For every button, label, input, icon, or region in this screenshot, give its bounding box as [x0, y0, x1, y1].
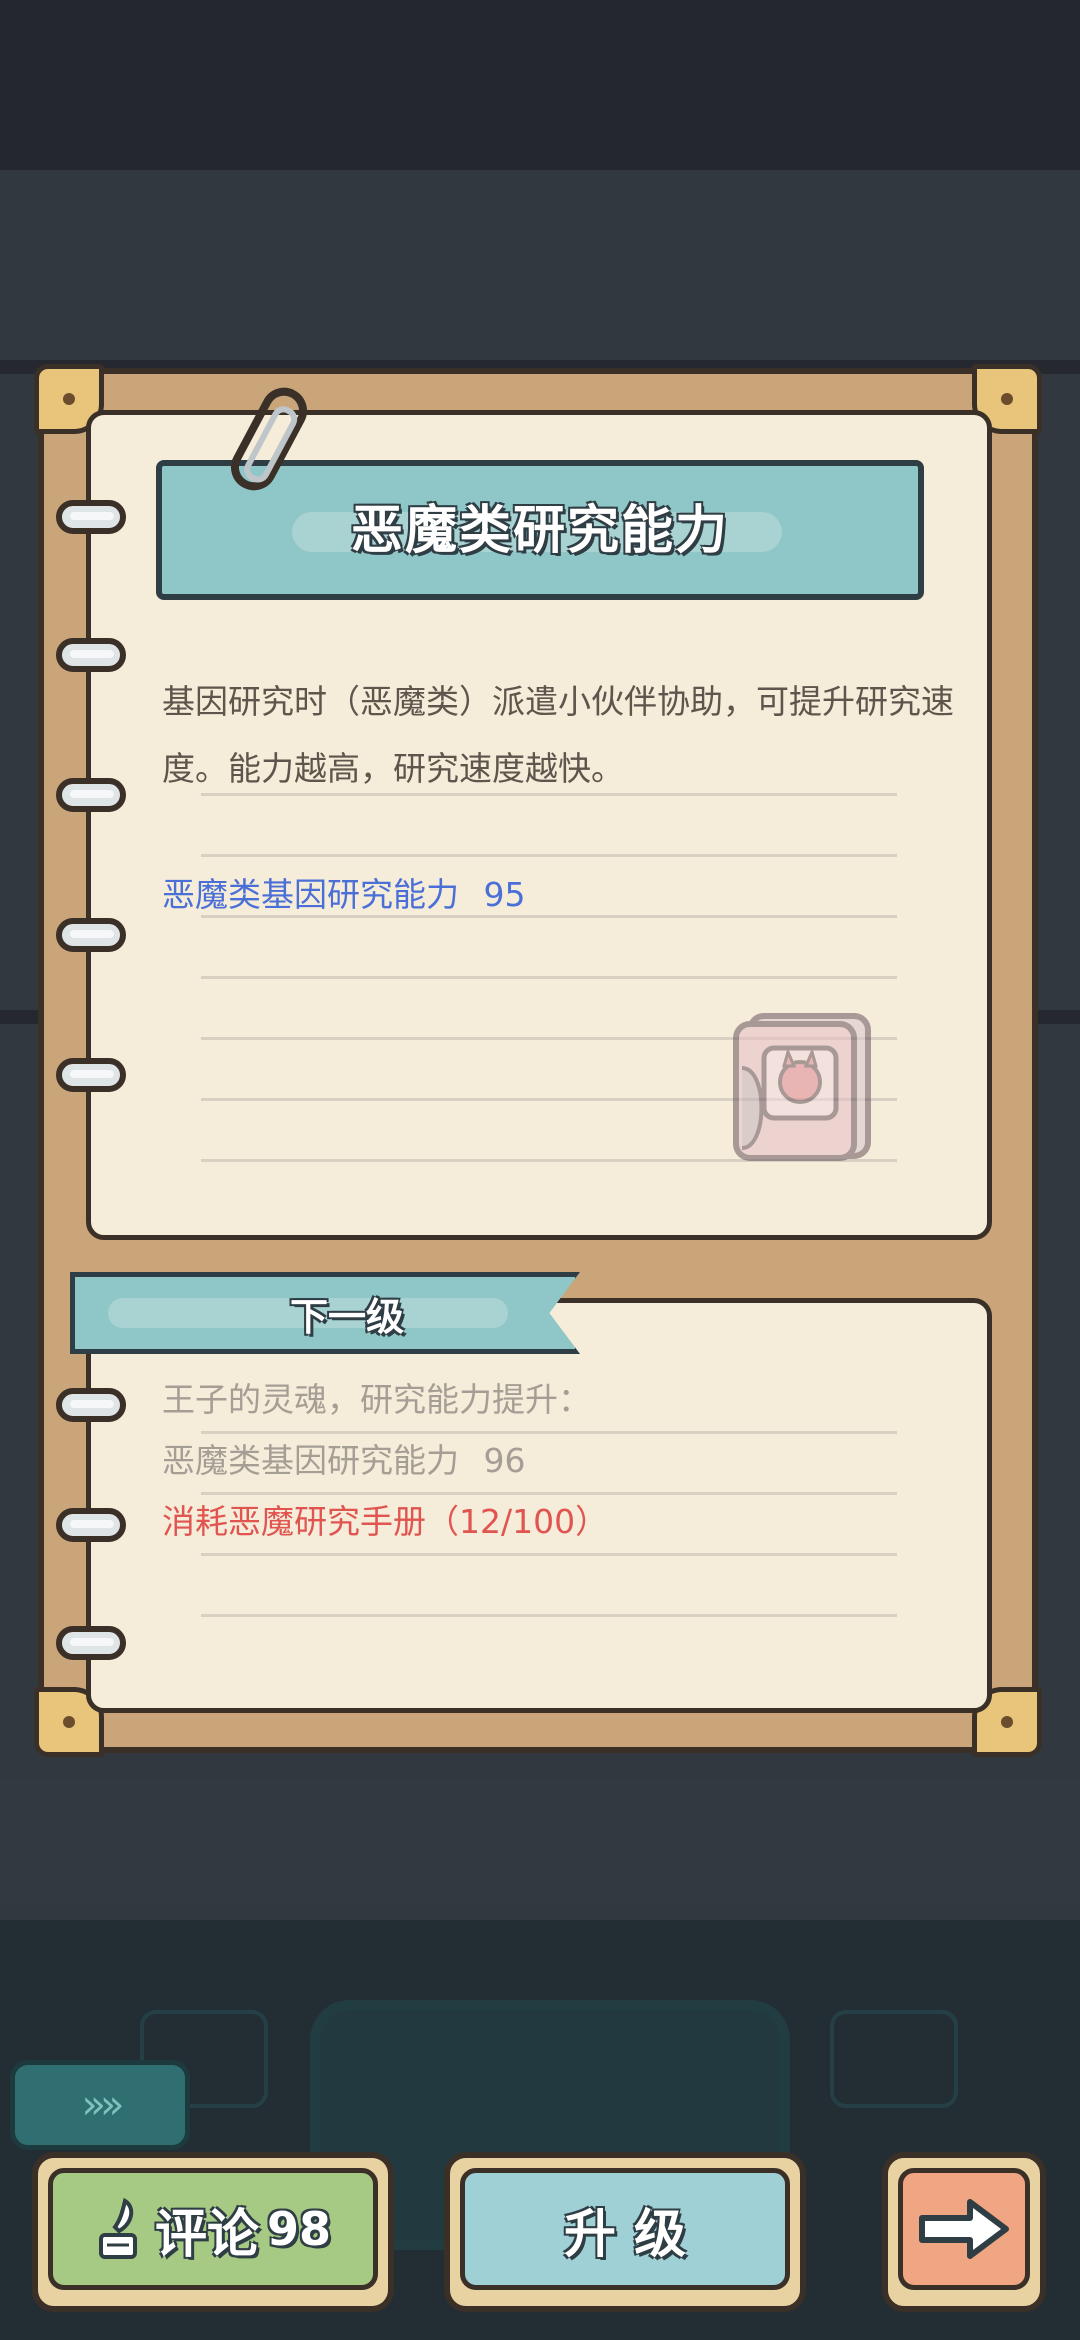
- next-level-stat: 恶魔类基因研究能力 96: [162, 1434, 526, 1482]
- comment-count: 98: [267, 2202, 332, 2256]
- upgrade-cost: 消耗恶魔研究手册（12/100）: [162, 1502, 609, 1541]
- next-level-banner: 下一级: [70, 1272, 590, 1354]
- next-level-stat-value: 96: [483, 1441, 526, 1480]
- next-button[interactable]: [882, 2152, 1046, 2312]
- side-tab-button[interactable]: »»: [10, 2060, 190, 2150]
- comment-label: 评论: [154, 2204, 259, 2265]
- current-stat-label: 恶魔类基因研究能力: [162, 875, 459, 914]
- upgrade-label: 升 级: [563, 2204, 687, 2265]
- next-button-face: [898, 2168, 1030, 2290]
- page-title: 恶魔类研究能力: [350, 501, 729, 561]
- binder-ring: [56, 1508, 126, 1542]
- chevrons-right-icon: »»: [81, 2082, 125, 2128]
- binder-ring: [56, 1058, 126, 1092]
- comment-button[interactable]: 评论 98: [32, 2152, 394, 2312]
- next-level-stat-label: 恶魔类基因研究能力: [162, 1441, 459, 1480]
- binder-ring: [56, 1388, 126, 1422]
- current-stat: 恶魔类基因研究能力 95: [162, 868, 526, 916]
- upgrade-button[interactable]: 升 级: [444, 2152, 806, 2312]
- next-level-title: 下一级: [290, 1295, 405, 1339]
- binder-ring: [56, 1626, 126, 1660]
- demon-research-book-icon: [733, 1013, 871, 1161]
- binder-ring: [56, 500, 126, 534]
- research-notebook: 恶魔类研究能力 基因研究时（恶魔类）派遣小伙伴协助，可提升研究速度。能力越高，研…: [34, 364, 1042, 1757]
- ability-description: 基因研究时（恶魔类）派遣小伙伴协助，可提升研究速度。能力越高，研究速度越快。: [162, 682, 954, 788]
- binder-ring: [56, 778, 126, 812]
- comment-button-face: 评论 98: [48, 2168, 378, 2290]
- binder-ring: [56, 918, 126, 952]
- next-level-source: 王子的灵魂，研究能力提升：: [162, 1380, 591, 1419]
- quill-icon: [98, 2197, 137, 2259]
- arrow-right-icon: [919, 2199, 1009, 2259]
- binder-ring: [56, 638, 126, 672]
- current-stat-value: 95: [483, 875, 526, 914]
- upgrade-button-face: 升 级: [460, 2168, 790, 2290]
